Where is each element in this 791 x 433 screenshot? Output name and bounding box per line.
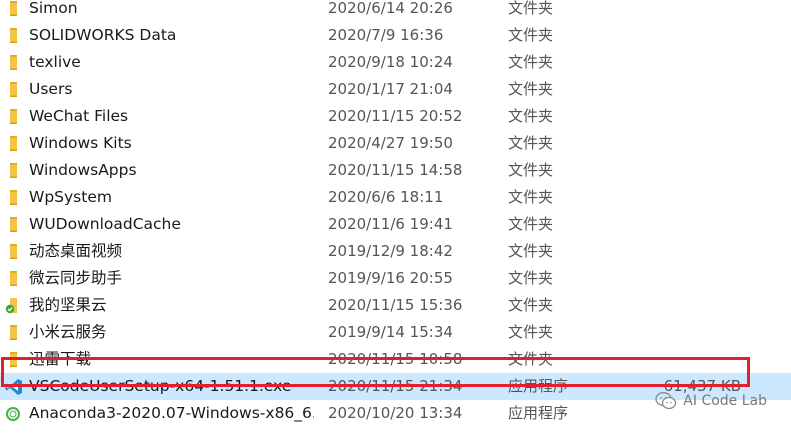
wechat-icon xyxy=(655,392,677,410)
file-size xyxy=(600,265,741,292)
file-date-modified: 2020/11/15 15:36 xyxy=(328,296,463,314)
file-date-modified: 2020/9/18 10:24 xyxy=(328,53,453,71)
file-name: 小米云服务 xyxy=(29,323,107,341)
file-row[interactable]: 动态桌面视频 2019/12/9 18:42 文件夹 xyxy=(0,238,791,265)
file-size xyxy=(600,238,741,265)
folder-icon xyxy=(5,189,21,206)
file-size xyxy=(600,22,741,49)
file-size xyxy=(600,346,741,373)
file-size xyxy=(600,130,741,157)
file-row[interactable]: WeChat Files 2020/11/15 20:52 文件夹 xyxy=(0,103,791,130)
file-row[interactable]: Windows Kits 2020/4/27 19:50 文件夹 xyxy=(0,130,791,157)
file-name: WpSystem xyxy=(29,188,112,206)
file-date-modified: 2020/11/6 19:41 xyxy=(328,215,453,233)
file-size xyxy=(600,184,741,211)
folder-icon xyxy=(5,108,21,125)
folder-icon xyxy=(5,54,21,71)
vscode-icon xyxy=(5,378,22,395)
file-list: Simon 2020/6/14 20:26 文件夹 SOLIDWORKS Data 20… xyxy=(0,0,791,433)
folder-icon xyxy=(5,351,21,368)
file-size xyxy=(600,0,741,22)
file-name: Anaconda3-2020.07-Windows-x86_6... xyxy=(29,404,314,422)
file-row[interactable]: 我的坚果云 2020/11/15 15:36 文件夹 xyxy=(0,292,791,319)
synced-folder-icon xyxy=(5,297,21,314)
file-date-modified: 2019/9/14 15:34 xyxy=(328,323,453,341)
file-row[interactable]: WpSystem 2020/6/6 18:11 文件夹 xyxy=(0,184,791,211)
file-row[interactable]: WUDownloadCache 2020/11/6 19:41 文件夹 xyxy=(0,211,791,238)
file-name: 我的坚果云 xyxy=(29,296,107,314)
file-date-modified: 2020/11/15 21:34 xyxy=(328,377,463,395)
file-date-modified: 2020/11/15 14:58 xyxy=(328,161,463,179)
file-name: Users xyxy=(29,80,73,98)
anaconda-icon xyxy=(5,405,21,422)
file-name: WeChat Files xyxy=(29,107,129,125)
file-name: VSCodeUserSetup-x64-1.51.1.exe xyxy=(29,377,292,395)
file-date-modified: 2020/1/17 21:04 xyxy=(328,80,453,98)
file-row[interactable]: 小米云服务 2019/9/14 15:34 文件夹 xyxy=(0,319,791,346)
file-date-modified: 2019/12/9 18:42 xyxy=(328,242,453,260)
watermark-text: AI Code Lab xyxy=(683,393,767,409)
folder-icon xyxy=(5,162,21,179)
file-name: 微云同步助手 xyxy=(29,269,123,287)
file-date-modified: 2020/11/15 20:52 xyxy=(328,107,463,125)
folder-icon xyxy=(5,135,21,152)
folder-icon xyxy=(5,216,21,233)
file-name: SOLIDWORKS Data xyxy=(29,26,177,44)
file-size xyxy=(600,292,741,319)
folder-icon xyxy=(5,27,21,44)
file-size xyxy=(600,319,741,346)
file-date-modified: 2020/11/15 10:58 xyxy=(328,350,463,368)
file-date-modified: 2020/10/20 13:34 xyxy=(328,404,463,422)
file-name: WindowsApps xyxy=(29,161,137,179)
folder-icon xyxy=(5,0,21,17)
file-name: WUDownloadCache xyxy=(29,215,181,233)
file-date-modified: 2020/6/14 20:26 xyxy=(328,0,453,17)
folder-icon xyxy=(5,324,21,341)
file-size xyxy=(600,103,741,130)
file-size xyxy=(600,49,741,76)
file-size xyxy=(600,211,741,238)
file-date-modified: 2020/7/9 16:36 xyxy=(328,26,444,44)
file-row[interactable]: SOLIDWORKS Data 2020/7/9 16:36 文件夹 xyxy=(0,22,791,49)
folder-icon xyxy=(5,243,21,260)
file-name: 迅雷下载 xyxy=(29,350,92,368)
file-row[interactable]: 迅雷下载 2020/11/15 10:58 文件夹 xyxy=(0,346,791,373)
file-name: texlive xyxy=(29,53,81,71)
file-date-modified: 2020/6/6 18:11 xyxy=(328,188,444,206)
file-row[interactable]: texlive 2020/9/18 10:24 文件夹 xyxy=(0,49,791,76)
file-row[interactable]: 微云同步助手 2019/9/16 20:55 文件夹 xyxy=(0,265,791,292)
file-date-modified: 2020/4/27 19:50 xyxy=(328,134,453,152)
folder-icon xyxy=(5,270,21,287)
file-row[interactable]: WindowsApps 2020/11/15 14:58 文件夹 xyxy=(0,157,791,184)
file-size xyxy=(600,76,741,103)
folder-icon xyxy=(5,81,21,98)
file-size xyxy=(600,157,741,184)
file-date-modified: 2019/9/16 20:55 xyxy=(328,269,453,287)
file-name: Windows Kits xyxy=(29,134,132,152)
file-name: Simon xyxy=(29,0,78,17)
file-name: 动态桌面视频 xyxy=(29,242,123,260)
file-row[interactable]: Users 2020/1/17 21:04 文件夹 xyxy=(0,76,791,103)
watermark: AI Code Lab xyxy=(655,389,767,413)
file-row[interactable]: Simon 2020/6/14 20:26 文件夹 xyxy=(0,0,791,22)
